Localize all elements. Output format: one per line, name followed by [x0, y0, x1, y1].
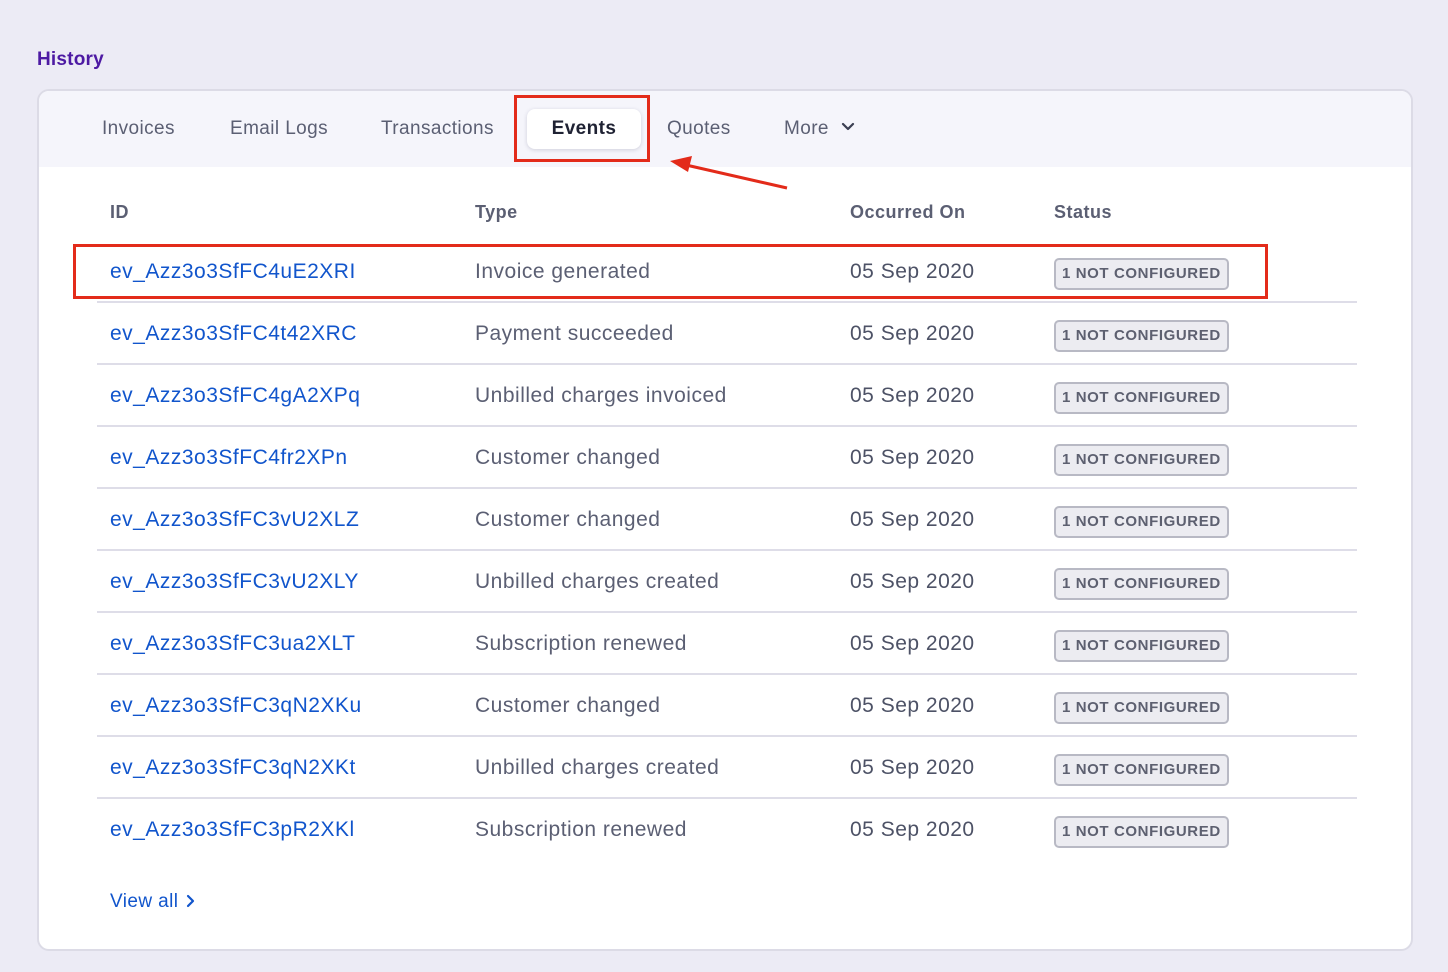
event-type: Unbilled charges created [475, 570, 720, 593]
status-badge: 1 NOT CONFIGURED [1054, 444, 1229, 476]
table-row: ev_Azz3o3SfFC3vU2XLY Unbilled charges cr… [97, 551, 1357, 613]
event-date: 05 Sep 2020 [850, 446, 975, 469]
event-id-link[interactable]: ev_Azz3o3SfFC4uE2XRI [110, 241, 356, 303]
table-row: ev_Azz3o3SfFC4gA2XPq Unbilled charges in… [97, 365, 1357, 427]
event-type: Customer changed [475, 694, 661, 717]
event-type: Subscription renewed [475, 818, 687, 841]
status-badge: 1 NOT CONFIGURED [1054, 506, 1229, 538]
table-row: ev_Azz3o3SfFC3qN2XKu Customer changed 05… [97, 675, 1357, 737]
event-id-link[interactable]: ev_Azz3o3SfFC3vU2XLY [110, 551, 359, 613]
tab-quotes[interactable]: Quotes [667, 109, 731, 149]
tab-bar: Invoices Email Logs Transactions Events … [39, 91, 1411, 167]
status-badge: 1 NOT CONFIGURED [1054, 692, 1229, 724]
event-date: 05 Sep 2020 [850, 260, 975, 283]
history-card: Invoices Email Logs Transactions Events … [37, 89, 1413, 951]
tab-invoices[interactable]: Invoices [102, 109, 175, 149]
event-date: 05 Sep 2020 [850, 632, 975, 655]
table-row: ev_Azz3o3SfFC4t42XRC Payment succeeded 0… [97, 303, 1357, 365]
event-id-link[interactable]: ev_Azz3o3SfFC3ua2XLT [110, 613, 355, 675]
column-header-occurred-on: Occurred On [850, 202, 966, 222]
event-id-link[interactable]: ev_Azz3o3SfFC4t42XRC [110, 303, 357, 365]
event-type: Unbilled charges created [475, 756, 720, 779]
event-id-link[interactable]: ev_Azz3o3SfFC3vU2XLZ [110, 489, 359, 551]
status-badge: 1 NOT CONFIGURED [1054, 754, 1229, 786]
event-date: 05 Sep 2020 [850, 508, 975, 531]
section-title: History [37, 49, 104, 70]
view-all-link[interactable]: View all [110, 891, 195, 913]
status-badge: 1 NOT CONFIGURED [1054, 320, 1229, 352]
event-id-link[interactable]: ev_Azz3o3SfFC4gA2XPq [110, 365, 360, 427]
event-date: 05 Sep 2020 [850, 384, 975, 407]
column-header-type: Type [475, 202, 518, 222]
tab-transactions[interactable]: Transactions [381, 109, 494, 149]
column-header-id: ID [110, 202, 129, 222]
status-badge: 1 NOT CONFIGURED [1054, 382, 1229, 414]
event-type: Unbilled charges invoiced [475, 384, 727, 407]
view-all-label: View all [110, 891, 179, 912]
event-date: 05 Sep 2020 [850, 570, 975, 593]
event-type: Customer changed [475, 446, 661, 469]
table-row: ev_Azz3o3SfFC4fr2XPn Customer changed 05… [97, 427, 1357, 489]
status-badge: 1 NOT CONFIGURED [1054, 258, 1229, 290]
column-header-status: Status [1054, 202, 1113, 222]
event-date: 05 Sep 2020 [850, 818, 975, 841]
event-id-link[interactable]: ev_Azz3o3SfFC3qN2XKu [110, 675, 362, 737]
event-type: Subscription renewed [475, 632, 687, 655]
chevron-right-icon [187, 894, 195, 908]
event-id-link[interactable]: ev_Azz3o3SfFC4fr2XPn [110, 427, 348, 489]
event-type: Payment succeeded [475, 322, 674, 345]
event-date: 05 Sep 2020 [850, 756, 975, 779]
status-badge: 1 NOT CONFIGURED [1054, 816, 1229, 848]
tab-events[interactable]: Events [527, 109, 641, 149]
event-id-link[interactable]: ev_Azz3o3SfFC3qN2XKt [110, 737, 356, 799]
table-row: ev_Azz3o3SfFC3vU2XLZ Customer changed 05… [97, 489, 1357, 551]
event-id-link[interactable]: ev_Azz3o3SfFC3pR2XKl [110, 799, 355, 861]
tab-email-logs[interactable]: Email Logs [230, 109, 328, 149]
event-type: Customer changed [475, 508, 661, 531]
status-badge: 1 NOT CONFIGURED [1054, 630, 1229, 662]
event-date: 05 Sep 2020 [850, 322, 975, 345]
table-row: ev_Azz3o3SfFC4uE2XRI Invoice generated 0… [97, 241, 1357, 303]
table-row: ev_Azz3o3SfFC3qN2XKt Unbilled charges cr… [97, 737, 1357, 799]
table-row: ev_Azz3o3SfFC3pR2XKl Subscription renewe… [97, 799, 1357, 861]
table-row: ev_Azz3o3SfFC3ua2XLT Subscription renewe… [97, 613, 1357, 675]
event-type: Invoice generated [475, 260, 651, 283]
event-date: 05 Sep 2020 [850, 694, 975, 717]
chevron-down-icon [841, 107, 855, 147]
tab-more-label: More [784, 118, 829, 139]
status-badge: 1 NOT CONFIGURED [1054, 568, 1229, 600]
tab-more[interactable]: More [784, 109, 855, 149]
